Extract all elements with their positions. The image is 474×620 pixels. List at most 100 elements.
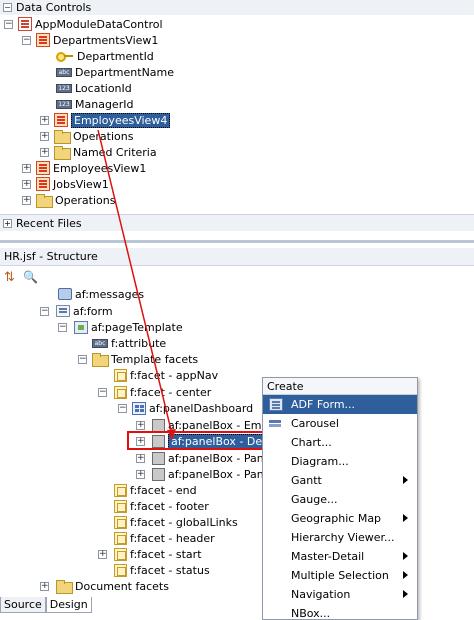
tree-node-locationid[interactable]: 123 LocationId	[56, 80, 132, 96]
menu-item-navigation[interactable]: Navigation	[263, 585, 417, 604]
tree-node-template-facets[interactable]: Template facets	[92, 351, 198, 367]
tree-node-employeesview1[interactable]: EmployeesView1	[36, 160, 146, 176]
collapse-toggle[interactable]: −	[4, 20, 13, 29]
messages-icon	[58, 288, 72, 300]
collapse-toggle[interactable]: −	[58, 323, 67, 332]
expand-toggle[interactable]: +	[40, 148, 49, 157]
menu-item-label: Diagram...	[291, 455, 349, 468]
recent-files-label: Recent Files	[16, 216, 82, 230]
find-icon[interactable]	[23, 270, 38, 286]
tree-node-form[interactable]: af:form	[56, 303, 113, 319]
tree-node-messages[interactable]: af:messages	[58, 286, 144, 302]
menu-item-gauge[interactable]: Gauge...	[263, 490, 417, 509]
tree-node-employeesview4[interactable]: EmployeesView4	[54, 112, 171, 128]
expand-toggle[interactable]: +	[22, 164, 31, 173]
tree-node-facet-start[interactable]: f:facet - start	[114, 546, 202, 562]
expand-toggle[interactable]: +	[98, 550, 107, 559]
expand-toggle[interactable]: +	[22, 196, 31, 205]
tree-node-page-template[interactable]: af:pageTemplate	[74, 319, 183, 335]
tab-design[interactable]: Design	[45, 597, 92, 613]
tree-label: Document facets	[75, 579, 169, 593]
menu-item-label: Gauge...	[291, 493, 338, 506]
menu-item-master-detail[interactable]: Master-Detail	[263, 547, 417, 566]
tree-label: EmployeesView1	[53, 161, 147, 175]
panel-splitter[interactable]	[0, 240, 474, 243]
expand-toggle[interactable]: +	[40, 132, 49, 141]
attribute-icon: abc	[92, 338, 108, 348]
tree-label: f:facet - header	[130, 531, 215, 545]
tree-node-facet-center[interactable]: f:facet - center	[114, 384, 211, 400]
folder-icon	[54, 130, 71, 144]
panelbox-icon	[152, 451, 165, 465]
datacontrol-icon	[18, 17, 32, 31]
menu-item-gantt[interactable]: Gantt	[263, 471, 417, 490]
tree-node-operations-outer[interactable]: Operations	[36, 192, 115, 208]
data-controls-header[interactable]: − Data Controls	[0, 0, 474, 15]
tree-node-operations-inner[interactable]: Operations	[54, 128, 133, 144]
expand-toggle[interactable]: +	[136, 454, 145, 463]
sync-icon[interactable]	[4, 270, 18, 286]
collapse-toggle[interactable]: −	[3, 3, 12, 12]
recent-files-header[interactable]: + Recent Files	[0, 214, 474, 231]
tree-node-app-module[interactable]: AppModuleDataControl	[18, 16, 163, 32]
menu-item-nbox[interactable]: NBox...	[263, 604, 417, 620]
facet-icon	[114, 547, 127, 561]
tree-node-departments[interactable]: DepartmentsView1	[36, 32, 158, 48]
tree-node-jobsview1[interactable]: JobsView1	[36, 176, 109, 192]
facet-icon	[114, 483, 127, 497]
submenu-arrow-icon	[403, 476, 408, 484]
facet-icon	[114, 385, 127, 399]
collapse-toggle[interactable]: −	[118, 404, 127, 413]
tree-node-facet-header[interactable]: f:facet - header	[114, 530, 215, 546]
tree-label: f:attribute	[111, 336, 167, 350]
dashboard-icon	[132, 401, 146, 415]
tree-label: f:facet - start	[130, 547, 202, 561]
page-template-icon	[74, 320, 88, 334]
menu-item-label: Multiple Selection	[291, 569, 389, 582]
tree-node-attribute[interactable]: abc f:attribute	[92, 335, 166, 351]
tree-node-managerid[interactable]: 123 ManagerId	[56, 96, 133, 112]
menu-item-multiple-selection[interactable]: Multiple Selection	[263, 566, 417, 585]
menu-item-geographic-map[interactable]: Geographic Map	[263, 509, 417, 528]
submenu-arrow-icon	[403, 571, 408, 579]
expand-toggle[interactable]: +	[136, 421, 145, 430]
expand-toggle[interactable]: +	[40, 116, 49, 125]
tree-node-facet-footer[interactable]: f:facet - footer	[114, 498, 209, 514]
tab-source[interactable]: Source	[0, 597, 46, 613]
editor-tabs: Source Design	[0, 597, 92, 615]
tree-node-facet-end[interactable]: f:facet - end	[114, 482, 197, 498]
view-object-icon	[36, 161, 50, 175]
menu-item-hierarchy-viewer[interactable]: Hierarchy Viewer...	[263, 528, 417, 547]
menu-item-carousel[interactable]: Carousel	[263, 414, 417, 433]
folder-icon	[92, 353, 109, 367]
tree-node-facet-appnav[interactable]: f:facet - appNav	[114, 367, 218, 383]
tree-label: LocationId	[75, 81, 132, 95]
attribute-icon: abc	[56, 67, 72, 77]
expand-toggle[interactable]: +	[136, 437, 145, 446]
tree-label: f:facet - end	[130, 483, 197, 497]
menu-item-label: Geographic Map	[291, 512, 382, 525]
submenu-arrow-icon	[403, 552, 408, 560]
tree-node-facet-status[interactable]: f:facet - status	[114, 562, 210, 578]
menu-item-adf-form[interactable]: ADF Form...	[263, 395, 417, 414]
panelbox-icon	[152, 418, 165, 432]
collapse-toggle[interactable]: −	[78, 355, 87, 364]
menu-item-label: ADF Form...	[291, 398, 356, 411]
facet-icon	[114, 531, 127, 545]
tree-node-named-criteria[interactable]: Named Criteria	[54, 144, 157, 160]
expand-toggle[interactable]: +	[22, 180, 31, 189]
expand-toggle[interactable]: +	[3, 218, 12, 228]
tree-node-panel-dashboard[interactable]: af:panelDashboard	[132, 400, 253, 416]
expand-toggle[interactable]: +	[136, 470, 145, 479]
tree-node-departmentid[interactable]: DepartmentId	[56, 48, 154, 64]
collapse-toggle[interactable]: −	[22, 36, 31, 45]
collapse-toggle[interactable]: −	[40, 307, 49, 316]
tree-node-departmentname[interactable]: abc DepartmentName	[56, 64, 174, 80]
menu-item-diagram[interactable]: Diagram...	[263, 452, 417, 471]
collapse-toggle[interactable]: −	[98, 388, 107, 397]
create-context-menu: Create ADF Form... Carousel Chart... Dia…	[262, 377, 418, 620]
tree-node-facet-globallinks[interactable]: f:facet - globalLinks	[114, 514, 238, 530]
menu-item-chart[interactable]: Chart...	[263, 433, 417, 452]
expand-toggle[interactable]: +	[40, 582, 49, 591]
tree-node-document-facets[interactable]: Document facets	[56, 578, 169, 594]
